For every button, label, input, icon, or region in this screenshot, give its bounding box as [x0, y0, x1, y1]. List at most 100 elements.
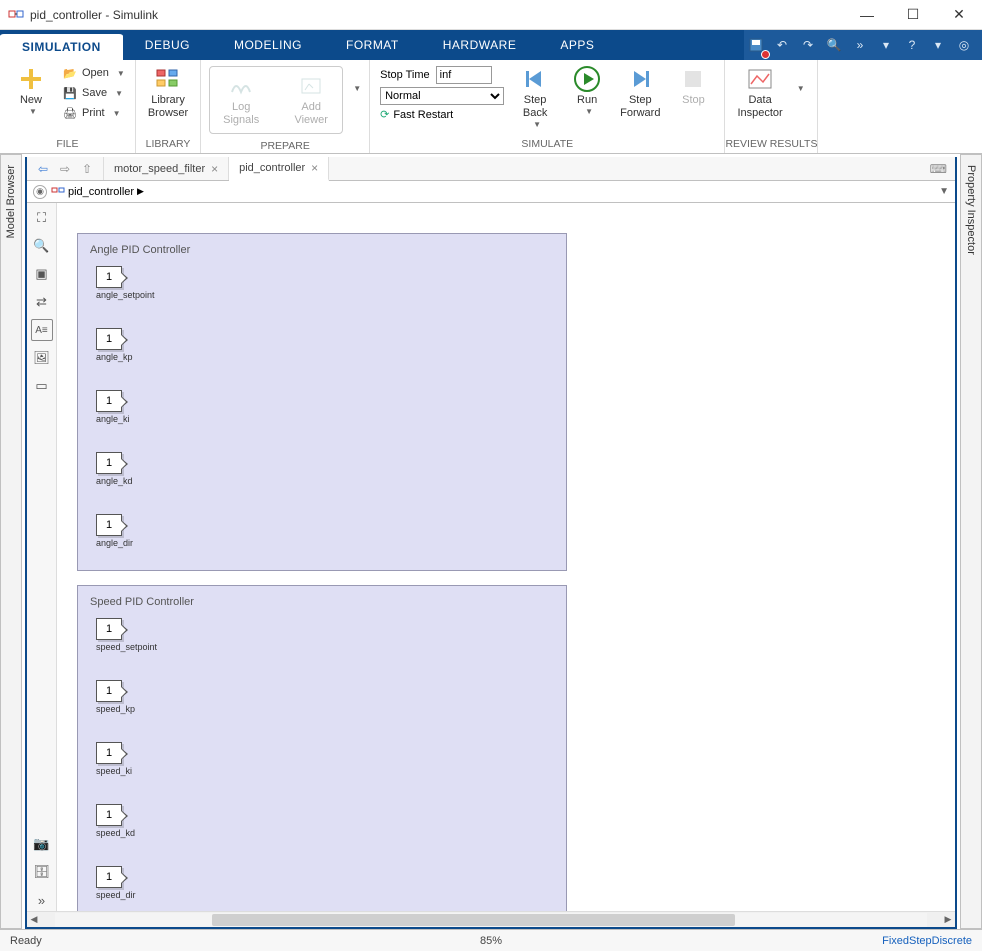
expand-strip-icon[interactable]: »	[31, 889, 53, 911]
viewer-icon	[298, 73, 324, 99]
nav-up-icon[interactable]: ⇧	[77, 160, 97, 178]
search-icon[interactable]: 🔍	[822, 33, 846, 57]
scrollbar-thumb[interactable]	[212, 914, 735, 926]
tab-debug[interactable]: DEBUG	[123, 30, 212, 60]
area-angle-pid[interactable]: Angle PID Controller 1angle_setpoint 1an…	[77, 233, 567, 571]
minimize-button[interactable]: ―	[844, 0, 890, 30]
model-canvas[interactable]: Angle PID Controller 1angle_setpoint 1an…	[57, 203, 955, 911]
ribbon-group-file: New ▼ 📂Open▼ 💾Save▼ 🖨Print▼ FILE	[0, 60, 136, 153]
canvas-scroll-area[interactable]: Angle PID Controller 1angle_setpoint 1an…	[57, 203, 955, 911]
chevron-down-icon: ▼	[29, 107, 37, 116]
ribbon-group-simulate: Stop Time Normal ⟳ Fast Restart Step Bac…	[370, 60, 725, 153]
maximize-button[interactable]: ☐	[890, 0, 936, 30]
fit-to-view-icon[interactable]: ⛶	[31, 207, 53, 229]
doc-tab-pid-controller[interactable]: pid_controller ×	[229, 157, 329, 181]
inport-angle-kp[interactable]: 1angle_kp	[96, 328, 156, 362]
inport-angle-ki[interactable]: 1angle_ki	[96, 390, 156, 424]
review-expand-button[interactable]: ▼	[791, 64, 807, 113]
annotation-icon[interactable]: A≡	[31, 319, 53, 341]
area-title: Speed PID Controller	[90, 596, 554, 608]
tab-apps[interactable]: APPS	[538, 30, 616, 60]
image-icon[interactable]: 🖼	[31, 347, 53, 369]
stop-time-label: Stop Time	[380, 69, 430, 81]
dropdown2-icon[interactable]: ▾	[926, 33, 950, 57]
close-button[interactable]: ✕	[936, 0, 982, 30]
status-zoom: 85%	[480, 935, 502, 947]
horizontal-scrollbar[interactable]: ◀ ▶	[27, 911, 955, 927]
stop-time-input[interactable]	[436, 66, 492, 84]
library-browser-button[interactable]: Library Browser	[142, 64, 194, 122]
add-viewer-button[interactable]: Add Viewer	[286, 71, 336, 129]
library-icon	[155, 66, 181, 92]
inport-speed-kp[interactable]: 1speed_kp	[96, 680, 156, 714]
prepare-expand-button[interactable]: ▼	[347, 64, 363, 113]
canvas-tool-strip: ⛶ 🔍 ▣ ⇄ A≡ 🖼 ▭ 📷 🗄 »	[27, 203, 57, 911]
step-back-icon	[522, 66, 548, 92]
area-icon[interactable]: ▭	[31, 375, 53, 397]
breadcrumb-model[interactable]: pid_controller ▶	[51, 186, 144, 198]
fit-content-icon[interactable]: ▣	[31, 263, 53, 285]
area-speed-pid[interactable]: Speed PID Controller 1speed_setpoint 1sp…	[77, 585, 567, 911]
target-icon[interactable]: ◎	[952, 33, 976, 57]
tab-simulation[interactable]: SIMULATION	[0, 32, 123, 60]
inport-speed-dir[interactable]: 1speed_dir	[96, 866, 156, 900]
undo-icon[interactable]: ↶	[770, 33, 794, 57]
keyboard-icon[interactable]: ⌨	[922, 157, 955, 180]
explorer-icon[interactable]: 🗄	[31, 861, 53, 883]
tab-hardware[interactable]: HARDWARE	[421, 30, 539, 60]
close-tab-icon[interactable]: ×	[311, 161, 318, 175]
fast-restart-button[interactable]: ⟳ Fast Restart	[380, 108, 504, 121]
screenshot-icon[interactable]: 📷	[31, 833, 53, 855]
folder-open-icon: 📂	[62, 65, 78, 81]
scroll-left-icon[interactable]: ◀	[27, 914, 41, 925]
inport-speed-ki[interactable]: 1speed_ki	[96, 742, 156, 776]
nav-back-icon[interactable]: ⇦	[33, 160, 53, 178]
run-button[interactable]: Run ▼	[562, 64, 612, 118]
nav-forward-icon[interactable]: ⇨	[55, 160, 75, 178]
save-button[interactable]: 💾Save▼	[58, 84, 129, 102]
open-button[interactable]: 📂Open▼	[58, 64, 129, 82]
step-forward-icon	[627, 66, 653, 92]
tab-format[interactable]: FORMAT	[324, 30, 421, 60]
sim-mode-select[interactable]: Normal	[380, 87, 504, 105]
data-inspector-button[interactable]: Data Inspector	[731, 64, 788, 122]
scroll-right-icon[interactable]: ▶	[941, 914, 955, 925]
step-forward-button[interactable]: Step Forward	[614, 64, 666, 122]
doc-tab-motor-speed-filter[interactable]: motor_speed_filter ×	[104, 157, 229, 180]
title-bar: pid_controller - Simulink ― ☐ ✕	[0, 0, 982, 30]
simulink-icon	[8, 7, 24, 23]
ribbon-group-prepare: Log Signals Add Viewer ▼ PREPARE	[201, 60, 370, 153]
inport-speed-setpoint[interactable]: 1speed_setpoint	[96, 618, 156, 652]
print-button[interactable]: 🖨Print▼	[58, 104, 129, 122]
inport-angle-kd[interactable]: 1angle_kd	[96, 452, 156, 486]
zoom-icon[interactable]: 🔍	[31, 235, 53, 257]
close-tab-icon[interactable]: ×	[211, 162, 218, 176]
inport-angle-dir[interactable]: 1angle_dir	[96, 514, 156, 548]
help-icon[interactable]: ?	[900, 33, 924, 57]
inport-angle-setpoint[interactable]: 1angle_setpoint	[96, 266, 156, 300]
quick-access-toolbar: ↶ ↷ 🔍 » ▾ ? ▾ ◎	[744, 30, 982, 60]
status-bar: Ready 85% FixedStepDiscrete	[0, 929, 982, 951]
more-icon[interactable]: »	[848, 33, 872, 57]
dropdown-icon[interactable]: ▾	[874, 33, 898, 57]
tab-modeling[interactable]: MODELING	[212, 30, 324, 60]
model-browser-tab[interactable]: Model Browser	[0, 154, 22, 929]
model-root-icon[interactable]: ◉	[33, 185, 47, 199]
redo-icon[interactable]: ↷	[796, 33, 820, 57]
save-icon[interactable]	[744, 33, 768, 57]
swap-icon[interactable]: ⇄	[31, 291, 53, 313]
new-button[interactable]: New ▼	[6, 64, 56, 118]
play-icon	[574, 66, 600, 92]
property-inspector-tab[interactable]: Property Inspector	[960, 154, 982, 929]
area-title: Angle PID Controller	[90, 244, 554, 256]
chevron-down-icon: ▼	[797, 84, 805, 93]
stop-button[interactable]: Stop	[668, 64, 718, 109]
inport-speed-kd[interactable]: 1speed_kd	[96, 804, 156, 838]
step-back-button[interactable]: Step Back ▼	[510, 64, 560, 131]
log-signals-button[interactable]: Log Signals	[216, 71, 266, 129]
status-solver[interactable]: FixedStepDiscrete	[882, 935, 972, 947]
workspace: Model Browser ⇦ ⇨ ⇧ motor_speed_filter ×…	[0, 154, 982, 929]
breadcrumb-dropdown-icon[interactable]: ▼	[939, 186, 949, 197]
printer-icon: 🖨	[62, 105, 78, 121]
disk-icon: 💾	[62, 85, 78, 101]
